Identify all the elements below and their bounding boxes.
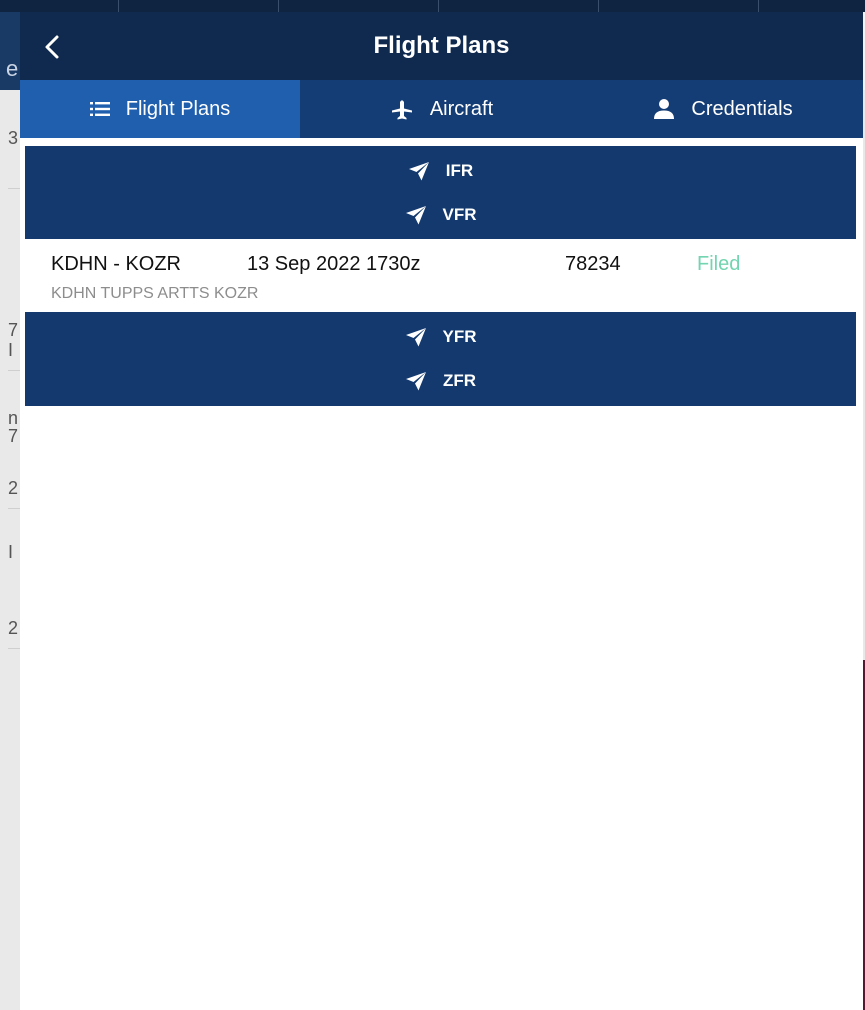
tab-label: Flight Plans [125, 97, 231, 120]
section-label: IFR [445, 161, 474, 180]
background-header: e [0, 12, 20, 90]
background-fragment: I [8, 340, 14, 360]
background-top-bar [0, 0, 865, 12]
section-header-ifr[interactable]: IFR [25, 149, 856, 193]
section-label: YFR [442, 327, 477, 346]
flight-plan-date: 13 Sep 2022 1730z [247, 253, 421, 275]
tab-credentials[interactable]: Credentials [583, 80, 863, 138]
paper-plane-icon [405, 205, 427, 225]
section-group: YFR ZFR [25, 312, 856, 406]
section-header-zfr[interactable]: ZFR [25, 359, 856, 403]
section-group: IFR VFR [25, 146, 856, 239]
background-left-panel: 3 7 I n 7 2 I 2 [0, 90, 20, 1010]
tab-bar: Flight Plans Aircraft Credentials [20, 80, 863, 138]
paper-plane-icon [408, 161, 430, 181]
background-fragment: 2 [8, 618, 19, 638]
background-fragment: 2 [8, 478, 19, 498]
flight-plans-modal: Flight Plans Flight Plans Aircraft Crede… [20, 12, 863, 1010]
paper-plane-icon [405, 327, 427, 347]
section-header-yfr[interactable]: YFR [25, 315, 856, 359]
tab-flight-plans[interactable]: Flight Plans [20, 80, 300, 138]
flight-plan-row[interactable]: KDHN - KOZR 13 Sep 2022 1730z 78234 File… [20, 239, 863, 312]
section-header-vfr[interactable]: VFR [25, 193, 856, 237]
flight-plan-status: Filed [697, 253, 741, 275]
section-label: VFR [442, 205, 477, 224]
background-fragment: 7 [8, 426, 19, 446]
section-label: ZFR [442, 371, 477, 390]
flight-plan-waypoints: KDHN TUPPS ARTTS KOZR [51, 285, 259, 302]
airplane-icon [390, 97, 414, 121]
paper-plane-icon [405, 371, 427, 391]
tab-label: Credentials [691, 97, 793, 120]
list-icon [89, 102, 110, 116]
tab-label: Aircraft [429, 97, 494, 120]
flight-plan-route: KDHN - KOZR [51, 253, 181, 275]
background-fragment: I [8, 542, 14, 562]
nav-bar: Flight Plans [20, 12, 863, 80]
flight-plan-id: 78234 [565, 253, 621, 275]
background-header-fragment: e [6, 56, 19, 81]
background-fragment: 7 [8, 320, 19, 340]
background-fragment: 3 [8, 128, 19, 148]
flight-plans-list: IFR VFR KDHN - KOZR 13 Sep 2022 1730z 78… [20, 138, 863, 1010]
page-title: Flight Plans [373, 32, 510, 59]
person-icon [653, 98, 675, 120]
tab-aircraft[interactable]: Aircraft [300, 80, 583, 138]
